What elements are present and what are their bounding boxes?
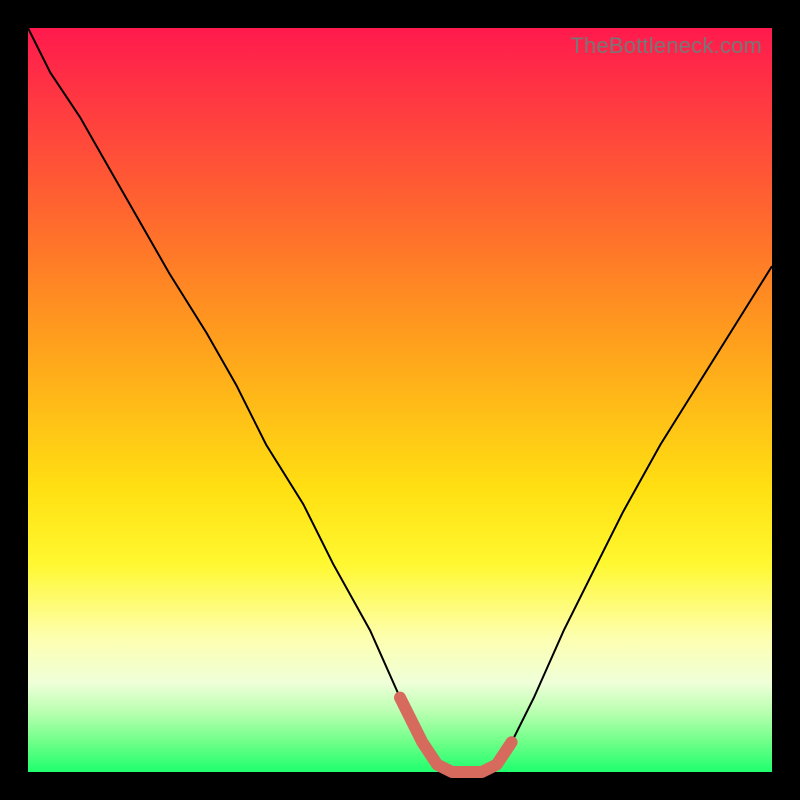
chart-plot-area: TheBottleneck.com: [28, 28, 772, 772]
chart-frame: TheBottleneck.com: [0, 0, 800, 800]
chart-svg: [28, 28, 772, 772]
bottleneck-highlight: [400, 698, 512, 772]
bottleneck-curve: [28, 28, 772, 772]
